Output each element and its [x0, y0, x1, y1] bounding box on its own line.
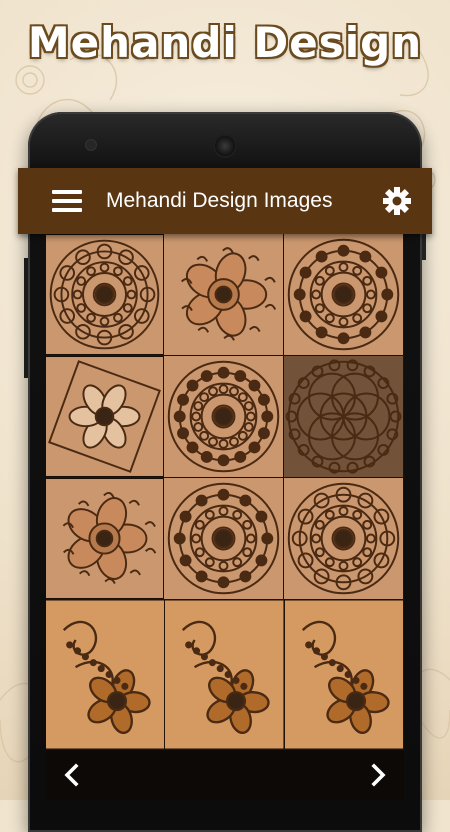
chevron-right-icon — [371, 763, 386, 787]
gear-icon[interactable] — [380, 184, 414, 218]
phone-side-button — [24, 258, 28, 378]
image-grid-bottom-row — [46, 600, 404, 750]
henna-design-image — [284, 234, 403, 355]
design-thumbnail[interactable] — [164, 356, 284, 478]
henna-design-image — [164, 356, 283, 477]
henna-design-image — [46, 600, 165, 749]
bottom-navigation — [46, 750, 404, 800]
app-bar: Mehandi Design Images — [18, 168, 432, 234]
design-thumbnail[interactable] — [165, 600, 285, 750]
chevron-left-icon — [64, 763, 79, 787]
design-thumbnail[interactable] — [164, 478, 284, 600]
phone-volume-button — [422, 232, 426, 260]
design-thumbnail[interactable] — [284, 356, 404, 478]
henna-design-image — [164, 478, 283, 599]
design-thumbnail[interactable] — [46, 600, 166, 750]
design-thumbnail[interactable] — [46, 478, 164, 600]
previous-button[interactable] — [52, 755, 92, 795]
henna-design-image — [165, 600, 284, 749]
design-thumbnail[interactable] — [46, 356, 164, 478]
henna-design-image — [46, 357, 163, 476]
next-button[interactable] — [358, 755, 398, 795]
henna-design-image — [284, 478, 403, 599]
design-thumbnail[interactable] — [284, 478, 404, 600]
app-screen — [46, 234, 404, 800]
henna-design-image — [164, 234, 283, 355]
earpiece — [215, 136, 235, 156]
henna-design-image — [46, 235, 163, 354]
app-bar-title: Mehandi Design Images — [106, 189, 333, 212]
promo-title: Mehandi Design — [27, 18, 423, 67]
design-thumbnail[interactable] — [46, 234, 164, 356]
front-camera — [86, 140, 96, 150]
henna-design-image — [46, 479, 163, 598]
hamburger-menu-icon[interactable] — [52, 188, 82, 214]
henna-design-image — [284, 600, 403, 749]
design-thumbnail[interactable] — [284, 600, 404, 750]
henna-design-image — [284, 356, 403, 477]
design-thumbnail[interactable] — [284, 234, 404, 356]
design-thumbnail[interactable] — [164, 234, 284, 356]
